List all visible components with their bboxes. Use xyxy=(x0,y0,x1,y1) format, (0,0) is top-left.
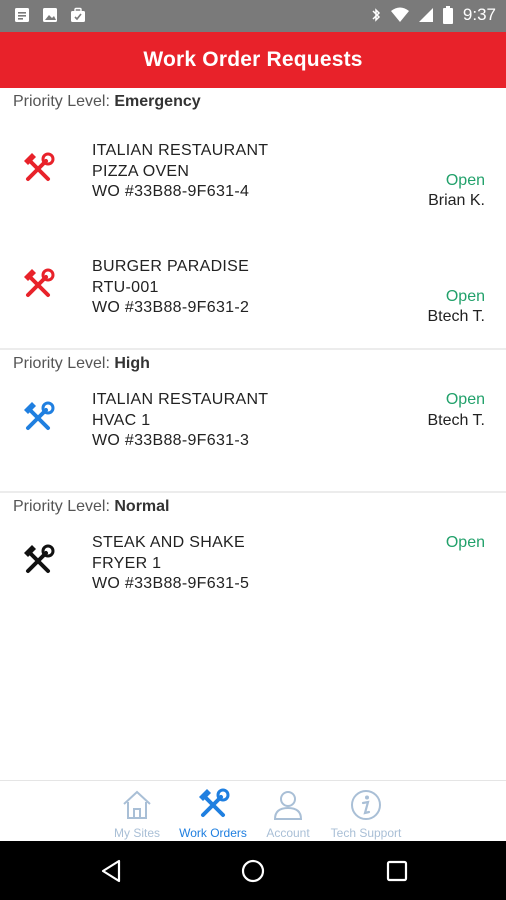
priority-level: Emergency xyxy=(114,93,201,110)
site-name: ITALIAN RESTAURANT xyxy=(92,391,269,408)
tools-icon xyxy=(24,152,55,181)
work-order-row[interactable]: STEAK AND SHAKE FRYER 1 WO #33B88-9F631-… xyxy=(0,521,506,631)
work-order-number: WO #33B88-9F631-3 xyxy=(92,432,250,449)
priority-prefix: Priority Level: xyxy=(13,355,115,372)
battery-icon xyxy=(442,6,453,24)
work-order-row[interactable]: BURGER PARADISE RTU-001 WO #33B88-9F631-… xyxy=(0,232,506,348)
technician-name: Btech T. xyxy=(427,308,485,325)
technician-name: Btech T. xyxy=(427,412,485,429)
status-label: Open xyxy=(445,288,485,305)
status-label: Open xyxy=(445,391,485,408)
work-order-number: WO #33B88-9F631-5 xyxy=(92,575,250,592)
status-label: Open xyxy=(445,172,485,189)
priority-header: Priority Level: Emergency xyxy=(0,88,506,116)
priority-group-normal: Priority Level: Normal STEAK AND SHAKE F… xyxy=(0,493,506,631)
app-header: Work Order Requests xyxy=(0,32,506,88)
status-label: Open xyxy=(445,534,485,551)
priority-level: Normal xyxy=(114,498,170,515)
clock: 9:37 xyxy=(462,5,496,24)
work-order-details: STEAK AND SHAKE FRYER 1 WO #33B88-9F631-… xyxy=(92,533,249,595)
bottom-navigation: My Sites Work Orders Account Tech Suppor… xyxy=(0,780,506,842)
work-order-number: WO #33B88-9F631-4 xyxy=(92,183,250,200)
home-button-icon[interactable] xyxy=(241,859,265,883)
tools-icon xyxy=(24,544,55,573)
equipment-name: RTU-001 xyxy=(92,278,159,296)
equipment-name: FRYER 1 xyxy=(92,554,162,572)
priority-group-emergency: Priority Level: Emergency ITALIAN RESTAU… xyxy=(0,88,506,348)
equipment-name: HVAC 1 xyxy=(92,411,151,429)
info-icon xyxy=(351,790,381,820)
status-bar: 9:37 xyxy=(0,0,506,32)
site-name: BURGER PARADISE xyxy=(92,258,250,275)
tools-icon xyxy=(199,788,230,817)
work-order-list: Priority Level: Emergency ITALIAN RESTAU… xyxy=(0,88,506,780)
priority-header: Priority Level: High xyxy=(0,350,506,378)
bluetooth-icon xyxy=(372,8,380,22)
page-title: Work Order Requests xyxy=(143,48,363,71)
tab-label: Account xyxy=(266,826,310,840)
wifi-icon xyxy=(390,7,409,22)
technician-name: Brian K. xyxy=(428,192,485,209)
priority-prefix: Priority Level: xyxy=(13,93,115,110)
work-order-details: ITALIAN RESTAURANT PIZZA OVEN WO #33B88-… xyxy=(92,141,268,203)
site-name: STEAK AND SHAKE xyxy=(92,534,245,551)
priority-header: Priority Level: Normal xyxy=(0,493,506,521)
priority-group-high: Priority Level: High ITALIAN RESTAURANT … xyxy=(0,350,506,491)
system-navigation-bar xyxy=(0,841,506,900)
notification-work-icon xyxy=(71,7,85,22)
back-icon[interactable] xyxy=(100,859,122,883)
work-order-details: BURGER PARADISE RTU-001 WO #33B88-9F631-… xyxy=(92,257,249,319)
tab-label: Work Orders xyxy=(179,826,247,840)
notification-doc-icon xyxy=(15,8,29,22)
work-order-row[interactable]: ITALIAN RESTAURANT HVAC 1 WO #33B88-9F63… xyxy=(0,378,506,491)
home-icon xyxy=(123,790,151,819)
tools-icon xyxy=(24,268,55,297)
tools-icon xyxy=(24,401,55,430)
priority-prefix: Priority Level: xyxy=(13,498,115,515)
tab-label: My Sites xyxy=(113,826,160,840)
tab-my-sites[interactable]: My Sites xyxy=(104,781,170,842)
signal-icon xyxy=(418,8,433,22)
tab-tech-support[interactable]: Tech Support xyxy=(324,781,408,842)
recents-icon[interactable] xyxy=(386,860,408,882)
priority-level: High xyxy=(114,355,150,372)
site-name: ITALIAN RESTAURANT xyxy=(92,142,269,159)
work-order-number: WO #33B88-9F631-2 xyxy=(92,299,250,316)
work-order-row[interactable]: ITALIAN RESTAURANT PIZZA OVEN WO #33B88-… xyxy=(0,116,506,232)
work-order-details: ITALIAN RESTAURANT HVAC 1 WO #33B88-9F63… xyxy=(92,390,268,452)
tab-account[interactable]: Account xyxy=(258,781,318,842)
person-icon xyxy=(273,791,303,820)
equipment-name: PIZZA OVEN xyxy=(92,162,190,180)
tab-work-orders[interactable]: Work Orders xyxy=(174,781,252,842)
tab-label: Tech Support xyxy=(330,826,402,840)
notification-image-icon xyxy=(43,8,57,22)
